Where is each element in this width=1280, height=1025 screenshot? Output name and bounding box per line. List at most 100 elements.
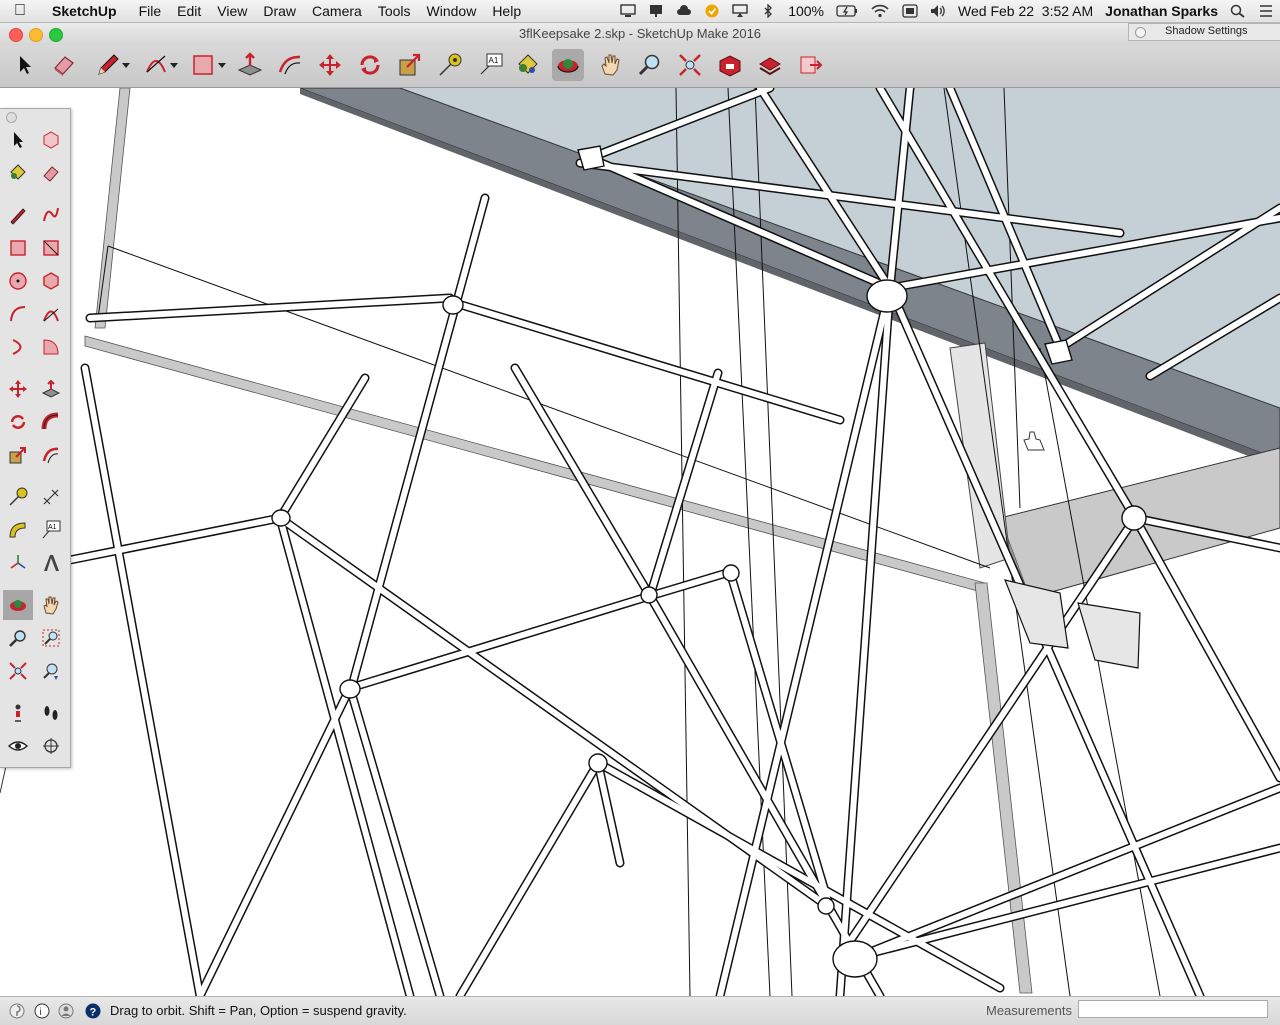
- palette-axes-tool[interactable]: [3, 548, 33, 578]
- extension-warehouse-tool-button[interactable]: [754, 49, 786, 81]
- menu-help[interactable]: Help: [484, 3, 529, 19]
- chevron-down-icon[interactable]: [218, 63, 226, 69]
- menu-draw[interactable]: Draw: [255, 3, 304, 19]
- chevron-down-icon[interactable]: [170, 63, 178, 69]
- palette-protractor-tool[interactable]: [3, 515, 33, 545]
- palette-zoom-window-tool[interactable]: [36, 623, 66, 653]
- palette-walk-tool[interactable]: [36, 698, 66, 728]
- credits-info-icon[interactable]: i: [34, 1003, 50, 1019]
- notification-center-icon[interactable]: [1258, 4, 1274, 18]
- palette-rotate-tool[interactable]: [3, 407, 33, 437]
- menubar-clock[interactable]: Wed Feb 22 3:52 AM: [958, 3, 1093, 19]
- 3d-model-scene[interactable]: [0, 88, 1280, 996]
- palette-zoom-extents-tool[interactable]: [3, 656, 33, 686]
- palette-paint-tool[interactable]: [3, 158, 33, 188]
- volume-icon[interactable]: [930, 4, 946, 18]
- paint-bucket-tool-button[interactable]: [512, 49, 544, 81]
- zoom-tool-button[interactable]: [634, 49, 666, 81]
- palette-component-tool[interactable]: [36, 125, 66, 155]
- svg-text:i: i: [40, 1007, 42, 1018]
- palette-text-tool[interactable]: A1: [36, 515, 66, 545]
- palette-position-camera-tool[interactable]: [3, 698, 33, 728]
- menu-edit[interactable]: Edit: [169, 3, 209, 19]
- palette-tape-measure-tool[interactable]: [3, 482, 33, 512]
- palette-close-button[interactable]: [6, 112, 17, 123]
- checkmark-icon[interactable]: [704, 4, 720, 18]
- airplay-icon[interactable]: [732, 4, 748, 18]
- shadow-settings-panel[interactable]: Shadow Settings: [1128, 23, 1280, 41]
- help-question-icon[interactable]: ?: [85, 1003, 101, 1019]
- bluetooth-icon[interactable]: [760, 4, 776, 18]
- palette-pan-tool[interactable]: [36, 590, 66, 620]
- presentation-icon[interactable]: [648, 4, 664, 18]
- move-tool-button[interactable]: [314, 49, 346, 81]
- eraser-tool-button[interactable]: [48, 49, 80, 81]
- palette-circle-tool[interactable]: [3, 266, 33, 296]
- push-pull-tool-button[interactable]: [234, 49, 266, 81]
- tape-measure-tool-button[interactable]: [434, 49, 466, 81]
- orbit-tool-button[interactable]: [552, 49, 584, 81]
- two-point-arc-icon: [43, 308, 59, 322]
- rotate-tool-button[interactable]: [354, 49, 386, 81]
- palette-polygon-tool[interactable]: [36, 266, 66, 296]
- cloud-icon[interactable]: [676, 4, 692, 18]
- palette-arc-tool[interactable]: [3, 299, 33, 329]
- battery-icon[interactable]: [836, 4, 858, 18]
- zoom-extents-tool-button[interactable]: [674, 49, 706, 81]
- menu-camera[interactable]: Camera: [304, 3, 370, 19]
- position-camera-icon: [15, 704, 21, 722]
- pencil-tool-button[interactable]: [92, 49, 124, 81]
- menu-tools[interactable]: Tools: [370, 3, 419, 19]
- palette-scale-tool[interactable]: [3, 440, 33, 470]
- menu-file[interactable]: File: [131, 3, 170, 19]
- pan-hand-icon: [601, 54, 620, 76]
- palette-previous-view-tool[interactable]: [36, 656, 66, 686]
- palette-look-around-tool[interactable]: [3, 731, 33, 761]
- palette-offset-tool[interactable]: [36, 440, 66, 470]
- palette-zoom-tool[interactable]: [3, 623, 33, 653]
- modeling-viewport[interactable]: [0, 88, 1280, 996]
- app-menu[interactable]: SketchUp: [40, 3, 131, 19]
- chevron-down-icon[interactable]: [122, 63, 130, 69]
- palette-orbit-tool[interactable]: [3, 590, 33, 620]
- palette-select-tool[interactable]: [3, 125, 33, 155]
- palette-follow-me-tool[interactable]: [36, 407, 66, 437]
- palette-move-tool[interactable]: [3, 374, 33, 404]
- palette-freehand-tool[interactable]: [36, 200, 66, 230]
- dimension-icon: [43, 489, 59, 505]
- display-icon[interactable]: [620, 4, 636, 18]
- 3d-warehouse-tool-button[interactable]: [714, 49, 746, 81]
- palette-line-tool[interactable]: [3, 200, 33, 230]
- palette-rotated-rectangle-tool[interactable]: [36, 233, 66, 263]
- send-to-layout-tool-button[interactable]: [795, 49, 827, 81]
- palette-three-point-arc-tool[interactable]: [3, 332, 33, 362]
- keyboard-icon[interactable]: [902, 4, 918, 18]
- sign-in-user-icon[interactable]: [58, 1003, 74, 1019]
- palette-section-plane-tool[interactable]: [36, 731, 66, 761]
- palette-push-pull-tool[interactable]: [36, 374, 66, 404]
- text-tool-button[interactable]: A1: [475, 49, 507, 81]
- palette-pie-tool[interactable]: [36, 332, 66, 362]
- palette-eraser-tool[interactable]: [36, 158, 66, 188]
- palette-3d-text-tool[interactable]: [36, 548, 66, 578]
- apple-menu-icon[interactable]: : [0, 2, 40, 20]
- palette-two-point-arc-tool[interactable]: [36, 299, 66, 329]
- spotlight-search-icon[interactable]: [1230, 4, 1246, 18]
- measurements-input[interactable]: [1078, 1000, 1268, 1018]
- wifi-icon[interactable]: [870, 4, 890, 18]
- shadow-panel-close-button[interactable]: [1135, 27, 1146, 38]
- palette-rectangle-tool[interactable]: [3, 233, 33, 263]
- menu-view[interactable]: View: [209, 3, 255, 19]
- shapes-tool-button[interactable]: [187, 49, 219, 81]
- offset-tool-button[interactable]: [274, 49, 306, 81]
- zoom-extents-icon: [9, 662, 27, 680]
- scale-tool-button[interactable]: [394, 49, 426, 81]
- geolocation-icon[interactable]: [9, 1003, 25, 1019]
- menu-window[interactable]: Window: [419, 3, 485, 19]
- select-tool-button[interactable]: [9, 49, 41, 81]
- palette-dimension-tool[interactable]: [36, 482, 66, 512]
- pie-icon: [43, 339, 59, 355]
- menubar-user[interactable]: Jonathan Sparks: [1105, 3, 1218, 19]
- pan-tool-button[interactable]: [595, 49, 627, 81]
- arc-tool-button[interactable]: [140, 49, 172, 81]
